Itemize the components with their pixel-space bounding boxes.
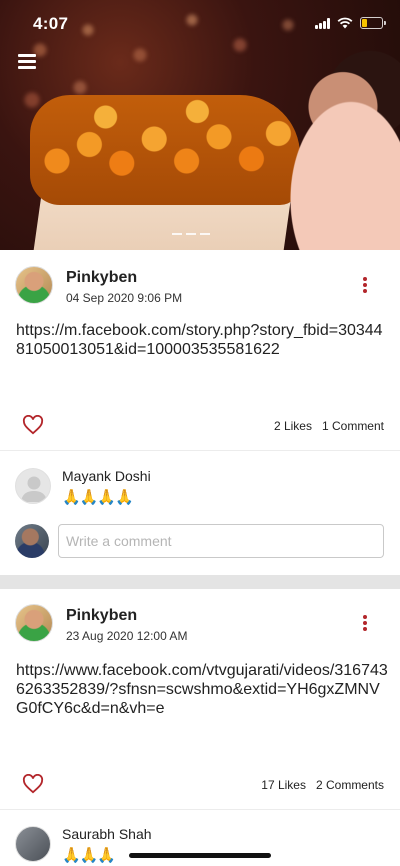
carousel-dot[interactable] <box>172 233 182 235</box>
default-avatar-icon <box>21 476 47 502</box>
comment-text: 🙏🙏🙏 <box>62 847 116 864</box>
menu-icon[interactable] <box>18 54 36 70</box>
wifi-icon <box>337 17 353 29</box>
comment-author-name[interactable]: Saurabh Shah <box>62 826 152 842</box>
comment-author-avatar[interactable] <box>15 826 51 862</box>
comments-count[interactable]: 1 Comment <box>322 419 384 433</box>
post-author-name[interactable]: Pinkyben <box>66 269 137 287</box>
carousel-indicator[interactable] <box>172 233 210 235</box>
post-text[interactable]: https://www.facebook.com/vtvgujarati/vid… <box>16 661 388 718</box>
post-date: 23 Aug 2020 12:00 AM <box>66 629 188 643</box>
post-stats: 2 Likes 1 Comment <box>274 419 384 433</box>
post-author-avatar[interactable] <box>15 604 53 642</box>
comment-author-name[interactable]: Mayank Doshi <box>62 468 151 484</box>
battery-level <box>362 19 367 27</box>
post-date: 04 Sep 2020 9:06 PM <box>66 291 183 305</box>
divider <box>0 450 400 451</box>
comment-input[interactable] <box>58 524 384 558</box>
carousel-dot[interactable] <box>200 233 210 235</box>
hero-image-speaker <box>255 45 400 250</box>
post-author-avatar[interactable] <box>15 266 53 304</box>
post-author-name[interactable]: Pinkyben <box>66 607 137 625</box>
likes-count[interactable]: 2 Likes <box>274 419 312 433</box>
home-indicator[interactable] <box>129 853 271 858</box>
more-options-icon[interactable] <box>360 615 370 633</box>
divider <box>0 809 400 810</box>
like-heart-icon[interactable] <box>22 415 44 435</box>
carousel-dot[interactable] <box>186 233 196 235</box>
signal-icon <box>315 18 331 29</box>
status-bar: 4:07 <box>0 0 400 46</box>
post-text[interactable]: https://m.facebook.com/story.php?story_f… <box>16 321 388 359</box>
comments-count[interactable]: 2 Comments <box>316 778 384 792</box>
more-options-icon[interactable] <box>360 277 370 295</box>
comment-text: 🙏🙏🙏🙏 <box>62 489 134 506</box>
post-stats: 17 Likes 2 Comments <box>261 778 384 792</box>
likes-count[interactable]: 17 Likes <box>261 778 306 792</box>
battery-icon <box>360 17 386 29</box>
post-separator <box>0 575 400 589</box>
comment-author-avatar[interactable] <box>15 468 51 504</box>
current-user-avatar <box>15 524 49 558</box>
like-heart-icon[interactable] <box>22 774 44 794</box>
status-time: 4:07 <box>33 14 69 33</box>
